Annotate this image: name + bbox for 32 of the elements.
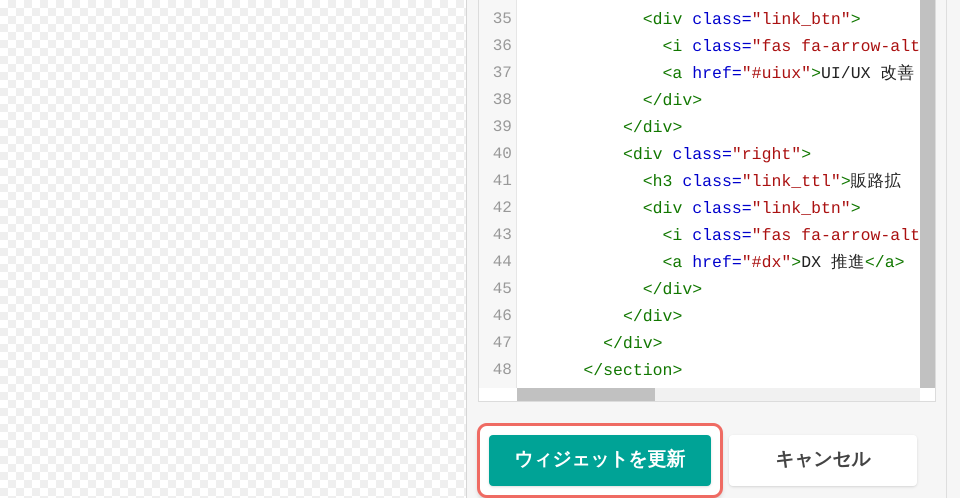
code-line: <i class="fas fa-arrow-alt [662, 225, 920, 247]
line-number: 41 [492, 171, 513, 192]
line-number: 35 [492, 9, 513, 30]
line-number: 39 [492, 117, 513, 138]
line-number: 46 [492, 306, 513, 327]
code-line: </section> [582, 360, 684, 382]
code-line: <div class="link_btn"> [642, 9, 862, 31]
code-line: </div> [642, 90, 704, 112]
code-line: <div class="link_btn"> [642, 198, 862, 220]
line-number: 43 [492, 225, 513, 246]
line-number: 44 [492, 252, 513, 273]
code-line: <h3 class="link_ttl">販路拡 [642, 171, 903, 193]
code-line: <div class="right"> [622, 144, 812, 166]
horizontal-scrollbar[interactable] [516, 388, 920, 401]
line-number: 38 [492, 90, 513, 111]
scrollbar-thumb[interactable] [516, 388, 655, 401]
code-line: </div> [622, 117, 684, 139]
code-line: <a href="#dx">DX 推進</a> [662, 252, 906, 274]
line-number: 45 [492, 279, 513, 300]
cancel-button[interactable]: キャンセル [728, 435, 917, 486]
code-line: </div> [622, 306, 684, 328]
code-line: </div> [602, 333, 664, 355]
code-line: </div> [642, 279, 704, 301]
vertical-scrollbar[interactable] [920, 0, 935, 388]
line-number: 40 [492, 144, 513, 165]
line-number: 48 [492, 360, 513, 381]
line-number: 47 [492, 333, 513, 354]
code-line: <a href="#uiux">UI/UX 改善 [662, 63, 916, 85]
line-number: 42 [492, 198, 513, 219]
code-line: <i class="fas fa-arrow-alt [662, 36, 920, 58]
line-number: 37 [492, 63, 513, 84]
line-number: 36 [492, 36, 513, 57]
